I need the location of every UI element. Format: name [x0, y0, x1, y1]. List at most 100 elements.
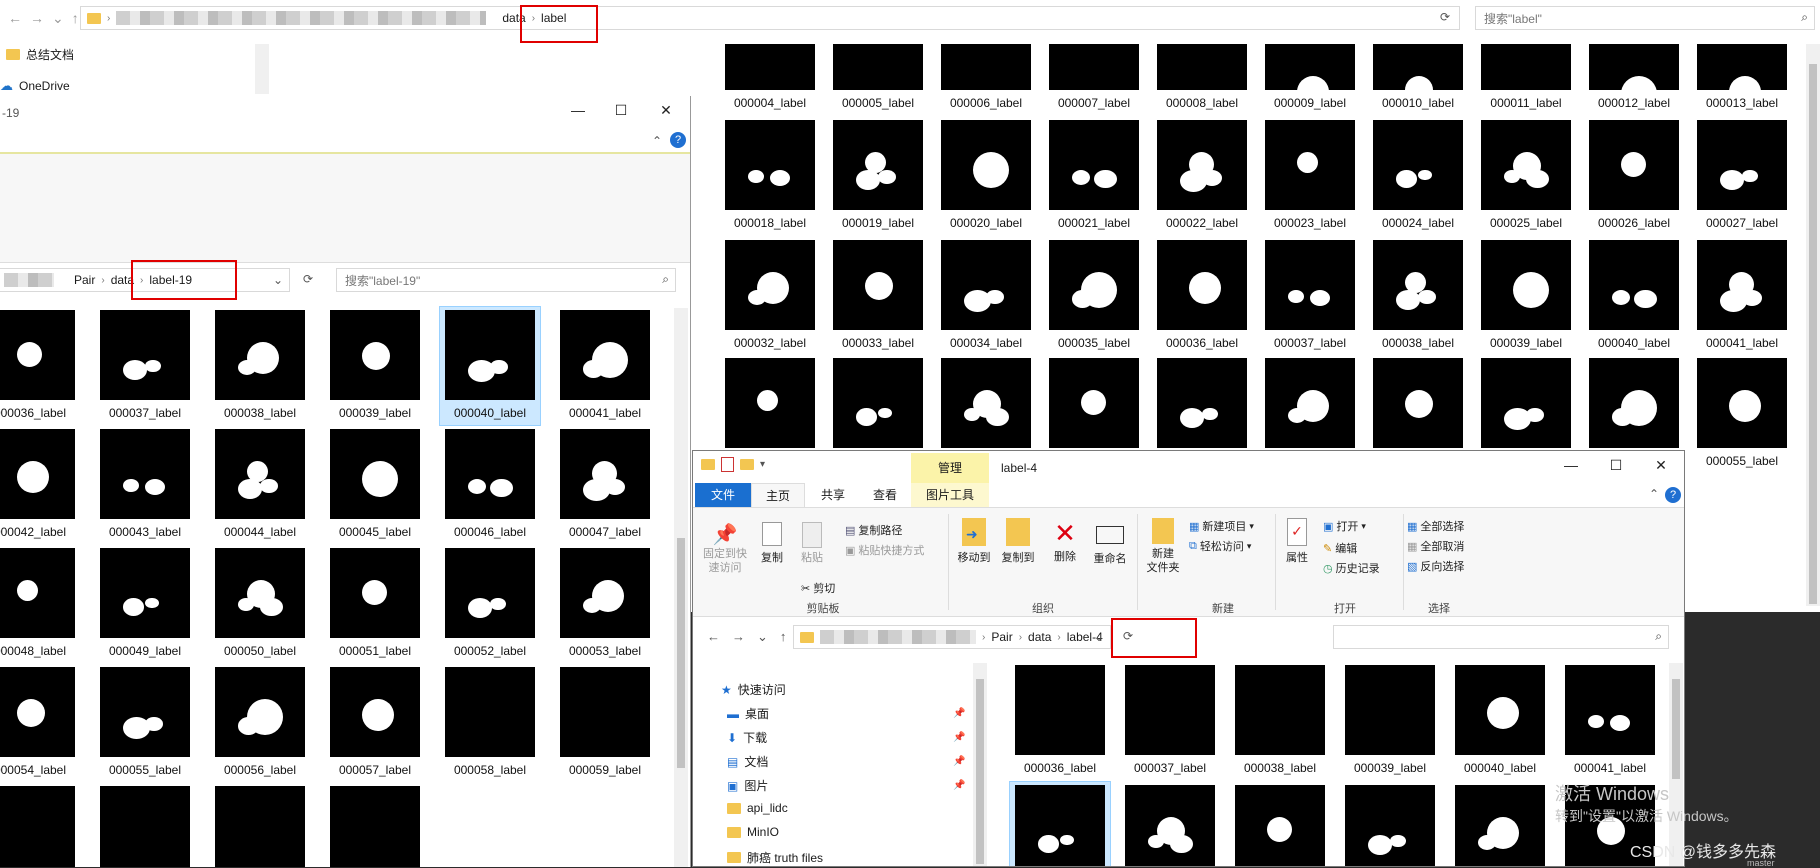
image-thumbnail[interactable] — [330, 429, 420, 519]
file-name-label[interactable]: 000040_label — [1579, 336, 1689, 350]
file-name-label[interactable]: 000051_label — [320, 644, 430, 658]
file-name-label[interactable]: 000044_label — [205, 525, 315, 539]
front-main-scrollbar[interactable] — [1669, 663, 1683, 866]
image-thumbnail[interactable] — [833, 120, 923, 210]
history-button[interactable]: ◷ 历史记录 — [1323, 560, 1380, 576]
image-thumbnail[interactable] — [833, 358, 923, 448]
maximize-button[interactable]: ☐ — [1596, 451, 1636, 479]
image-thumbnail[interactable] — [100, 667, 190, 757]
image-thumbnail[interactable] — [725, 240, 815, 330]
image-thumbnail[interactable] — [0, 548, 75, 638]
image-thumbnail[interactable] — [560, 310, 650, 400]
file-name-label[interactable]: 000041_label — [1687, 336, 1797, 350]
properties-button[interactable]: ✓ 属性 — [1279, 518, 1315, 565]
image-thumbnail[interactable] — [330, 548, 420, 638]
paste-shortcut-button[interactable]: ▣ 粘贴快捷方式 — [845, 542, 924, 558]
file-name-label[interactable]: 000041_label — [1555, 761, 1665, 775]
image-thumbnail[interactable] — [725, 358, 815, 448]
file-name-label[interactable]: 000004_label — [715, 96, 825, 110]
tab-picture-tools[interactable]: 图片工具 — [911, 483, 989, 507]
tab-view[interactable]: 查看 — [859, 483, 911, 507]
file-name-label[interactable]: 000012_label — [1579, 96, 1689, 110]
image-thumbnail[interactable] — [1455, 785, 1545, 866]
image-thumbnail[interactable] — [1481, 120, 1571, 210]
file-name-label[interactable]: 000018_label — [715, 216, 825, 230]
file-name-label[interactable]: 000036_label — [1147, 336, 1257, 350]
file-name-label[interactable]: 000057_label — [320, 763, 430, 777]
image-thumbnail[interactable] — [0, 429, 75, 519]
breadcrumb-pair[interactable]: Pair — [68, 273, 101, 287]
image-thumbnail[interactable] — [1157, 358, 1247, 448]
file-name-label[interactable]: 000045_label — [320, 525, 430, 539]
delete-button[interactable]: ✕ 删除 — [1045, 518, 1085, 564]
file-name-label[interactable]: 000010_label — [1363, 96, 1473, 110]
file-name-label[interactable]: 000025_label — [1471, 216, 1581, 230]
image-thumbnail[interactable] — [1455, 665, 1545, 755]
file-name-label[interactable]: 000021_label — [1039, 216, 1149, 230]
image-thumbnail[interactable] — [0, 786, 75, 867]
minimize-button[interactable]: — — [558, 96, 598, 124]
image-thumbnail[interactable] — [215, 667, 305, 757]
image-thumbnail[interactable] — [445, 548, 535, 638]
image-thumbnail[interactable] — [1157, 240, 1247, 330]
file-name-label[interactable]: 000041_label — [550, 406, 660, 420]
file-name-label[interactable]: 000013_label — [1687, 96, 1797, 110]
ribbon-collapse-icon[interactable]: ⌃ — [652, 134, 662, 148]
image-thumbnail[interactable] — [1697, 44, 1787, 90]
image-thumbnail[interactable] — [941, 44, 1031, 90]
breadcrumb-pair[interactable]: Pair — [985, 630, 1018, 644]
minimize-button[interactable]: — — [1551, 451, 1591, 479]
rename-button[interactable]: 重命名 — [1088, 518, 1132, 566]
file-name-label[interactable]: 000047_label — [550, 525, 660, 539]
file-name-label[interactable]: 000039_label — [1335, 761, 1445, 775]
ribbon-collapse-icon[interactable]: ⌃ — [1649, 487, 1659, 501]
file-name-label[interactable]: 000048_label — [0, 644, 85, 658]
nav-item-2[interactable]: ⬇ 下载 📌 — [727, 729, 965, 746]
image-thumbnail[interactable] — [0, 667, 75, 757]
image-thumbnail[interactable] — [1589, 358, 1679, 448]
nav-item-1[interactable]: ▬ 桌面 📌 — [727, 705, 965, 722]
image-thumbnail[interactable] — [1565, 665, 1655, 755]
file-name-label[interactable]: 000037_label — [1115, 761, 1225, 775]
refresh-icon[interactable]: ⟳ — [303, 272, 313, 286]
move-to-button[interactable]: ➜ 移动到 — [951, 518, 997, 565]
left-scrollbar[interactable] — [674, 308, 688, 867]
image-thumbnail[interactable] — [1049, 358, 1139, 448]
image-thumbnail[interactable] — [0, 310, 75, 400]
nav-item-6[interactable]: MinIO — [727, 825, 779, 839]
sidebar-item-summary[interactable]: 总结文档 — [6, 46, 74, 63]
image-thumbnail[interactable] — [1157, 44, 1247, 90]
back-nav-arrows[interactable]: ←→⌄↑ — [8, 10, 87, 27]
image-thumbnail[interactable] — [560, 667, 650, 757]
image-thumbnail[interactable] — [725, 44, 815, 90]
file-name-label[interactable]: 000007_label — [1039, 96, 1149, 110]
back-search-input[interactable]: 搜索"label" ⌕ — [1475, 6, 1815, 30]
image-thumbnail[interactable] — [100, 786, 190, 867]
file-name-label[interactable]: 000037_label — [90, 406, 200, 420]
cut-button[interactable]: ✂ 剪切 — [801, 580, 835, 596]
file-name-label[interactable]: 000050_label — [205, 644, 315, 658]
file-name-label[interactable]: 000038_label — [1225, 761, 1335, 775]
image-thumbnail[interactable] — [1125, 785, 1215, 866]
file-name-label[interactable]: 000022_label — [1147, 216, 1257, 230]
image-thumbnail[interactable] — [1265, 358, 1355, 448]
nav-arrows[interactable]: ←→⌄↑ — [707, 629, 798, 645]
front-address-bar[interactable]: › Pair › data › label-4 ⌄ — [793, 625, 1111, 649]
image-thumbnail[interactable] — [941, 240, 1031, 330]
image-thumbnail[interactable] — [100, 548, 190, 638]
image-thumbnail[interactable] — [1345, 785, 1435, 866]
image-thumbnail[interactable] — [1697, 120, 1787, 210]
file-name-label[interactable]: 000040_label — [435, 406, 545, 420]
image-thumbnail[interactable] — [1373, 240, 1463, 330]
image-thumbnail[interactable] — [941, 120, 1031, 210]
image-thumbnail[interactable] — [1373, 120, 1463, 210]
file-name-label[interactable]: 000034_label — [931, 336, 1041, 350]
tab-home[interactable]: 主页 — [751, 483, 805, 507]
new-item-button[interactable]: ▦ 新建项目 ▾ — [1189, 518, 1254, 534]
file-name-label[interactable]: 000032_label — [715, 336, 825, 350]
image-thumbnail[interactable] — [445, 429, 535, 519]
close-button[interactable]: ✕ — [646, 96, 686, 124]
back-main-scrollbar[interactable] — [1806, 44, 1820, 606]
image-thumbnail[interactable] — [1345, 665, 1435, 755]
file-name-label[interactable]: 000040_label — [1445, 761, 1555, 775]
